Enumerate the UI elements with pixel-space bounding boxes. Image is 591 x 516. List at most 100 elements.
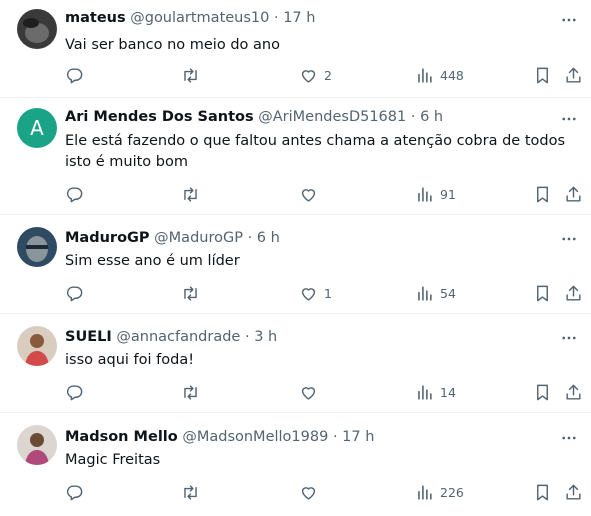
author-name[interactable]: SUELI [65,329,112,345]
avatar[interactable] [17,425,57,465]
reply-button[interactable] [65,281,84,305]
views-icon [418,186,432,202]
author-name[interactable]: mateus [65,10,126,26]
author-handle[interactable]: @MadsonMello1989 [182,429,328,445]
timestamp[interactable]: 17 h [283,10,315,26]
avatar[interactable] [17,227,57,267]
reply-button[interactable] [65,63,84,87]
reply-text: Sim esse ano é um líder [65,253,240,269]
views-count: 226 [440,484,464,500]
share-icon [566,384,581,400]
like-button[interactable] [299,380,318,404]
like-icon [301,287,316,301]
views-count: 91 [440,186,456,202]
timestamp[interactable]: 17 h [342,429,374,445]
share-icon [566,484,581,500]
share-button[interactable] [564,480,583,504]
separator-dot: · [410,109,416,125]
bookmark-icon [537,285,548,301]
avatar[interactable] [17,326,57,366]
separator-dot: · [244,329,250,345]
bookmark-icon [537,67,548,83]
author-handle[interactable]: @annacfandrade [116,329,240,345]
reply-item[interactable]: MaduroGP @MaduroGP · 6 h Sim esse ano é … [0,215,591,314]
views-button[interactable]: 54 [415,281,456,305]
views-icon [418,67,432,83]
retweet-button[interactable] [181,380,200,404]
avatar[interactable]: A [17,108,57,148]
separator-dot: · [332,429,338,445]
more-options-icon[interactable] [559,428,579,448]
retweet-icon [184,285,197,301]
bookmark-button[interactable] [533,380,552,404]
share-button[interactable] [564,380,583,404]
views-icon [418,484,432,500]
author-handle[interactable]: @goulartmateus10 [130,10,269,26]
share-icon [566,285,581,301]
like-button[interactable]: 1 [299,281,332,305]
more-options-icon[interactable] [559,328,579,348]
reply-item[interactable]: A Ari Mendes Dos Santos @AriMendesD51681… [0,98,591,215]
like-icon [301,69,316,83]
author-name[interactable]: MaduroGP [65,230,150,246]
views-icon [418,384,432,400]
views-button[interactable]: 14 [415,380,456,404]
retweet-button[interactable] [181,480,200,504]
like-button[interactable] [299,480,318,504]
reply-icon [66,484,83,500]
share-button[interactable] [564,63,583,87]
separator-dot: · [273,10,279,26]
avatar[interactable] [17,9,57,49]
bookmark-button[interactable] [533,480,552,504]
author-handle[interactable]: @AriMendesD51681 [258,109,406,125]
reply-icon [66,285,83,301]
reply-text: Ele está fazendo o que faltou antes cham… [65,133,566,170]
author-name[interactable]: Ari Mendes Dos Santos [65,109,254,125]
avatar-letter: A [30,116,44,140]
like-button[interactable]: 2 [299,63,332,87]
bookmark-icon [537,186,548,202]
reply-button[interactable] [65,480,84,504]
bookmark-button[interactable] [533,182,552,206]
share-icon [566,67,581,83]
separator-dot: · [247,230,253,246]
views-button[interactable]: 91 [415,182,456,206]
retweet-icon [184,484,197,500]
reply-item[interactable]: SUELI @annacfandrade · 3 h isso aqui foi… [0,314,591,413]
like-icon [301,486,316,500]
like-icon [301,188,316,202]
like-icon [301,386,316,400]
reply-button[interactable] [65,182,84,206]
timestamp[interactable]: 6 h [420,109,443,125]
reply-icon [66,384,83,400]
reply-button[interactable] [65,380,84,404]
views-count: 14 [440,384,456,400]
views-button[interactable]: 448 [415,63,464,87]
like-count: 1 [324,285,332,301]
retweet-button[interactable] [181,281,200,305]
share-button[interactable] [564,281,583,305]
retweet-button[interactable] [181,182,200,206]
author-handle[interactable]: @MaduroGP [154,230,243,246]
timestamp[interactable]: 3 h [254,329,277,345]
reply-item[interactable]: Madson Mello @MadsonMello1989 · 17 h Mag… [0,413,591,516]
views-button[interactable]: 226 [415,480,464,504]
reply-text: Magic Freitas [65,452,161,468]
more-options-icon[interactable] [559,109,579,129]
share-button[interactable] [564,182,583,206]
views-count: 448 [440,67,464,83]
bookmark-icon [537,384,548,400]
reply-item[interactable]: mateus @goulartmateus10 · 17 h Vai ser b… [0,0,591,98]
reply-text: Vai ser banco no meio do ano [65,37,280,53]
more-options-icon[interactable] [559,229,579,249]
timestamp[interactable]: 6 h [257,230,280,246]
like-button[interactable] [299,182,318,206]
views-icon [418,285,432,301]
retweet-icon [184,384,197,400]
bookmark-button[interactable] [533,63,552,87]
bookmark-button[interactable] [533,281,552,305]
bookmark-icon [537,484,548,500]
author-name[interactable]: Madson Mello [65,429,178,445]
retweet-button[interactable] [181,63,200,87]
more-options-icon[interactable] [559,10,579,30]
